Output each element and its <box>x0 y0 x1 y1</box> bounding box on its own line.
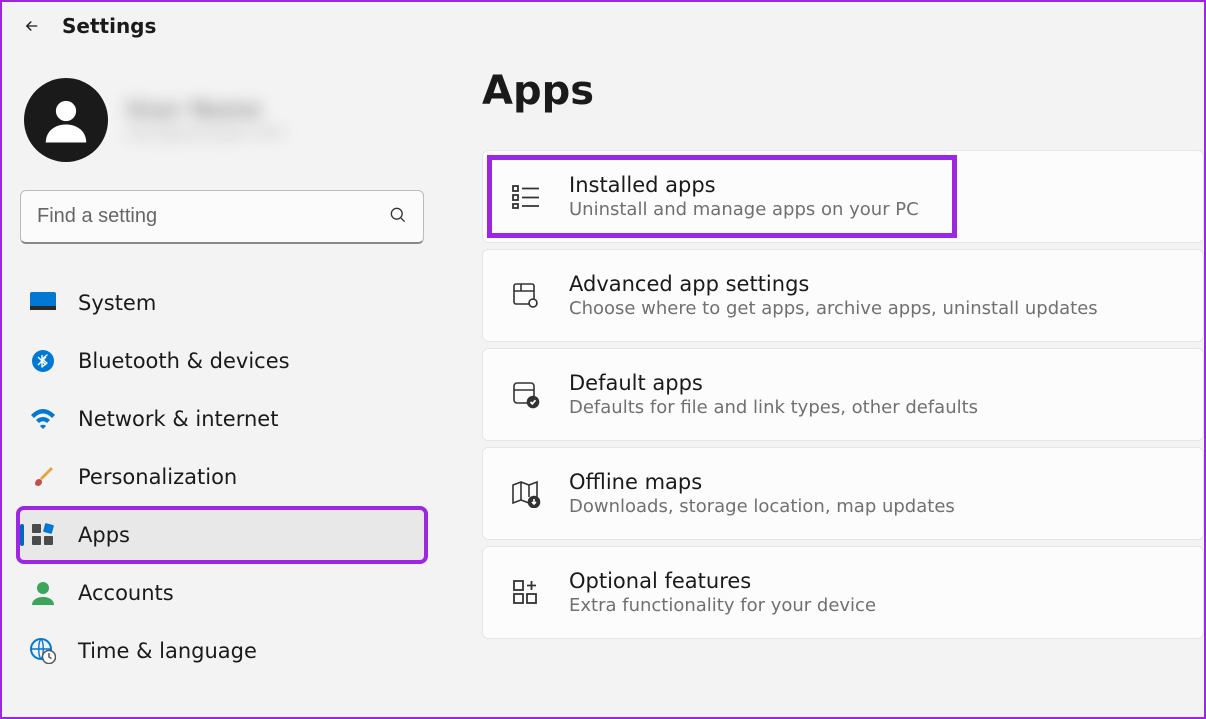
card-default-apps[interactable]: Default apps Defaults for file and link … <box>482 348 1204 441</box>
person-icon <box>30 580 56 606</box>
card-title: Default apps <box>569 371 978 395</box>
profile-section[interactable]: User Name user@example.com <box>18 70 426 190</box>
card-advanced-app-settings[interactable]: Advanced app settings Choose where to ge… <box>482 249 1204 342</box>
brush-icon <box>30 464 56 490</box>
main-content: Apps Installed apps Uninstall and manage… <box>442 50 1204 717</box>
search-icon <box>388 205 408 229</box>
nav-label: Network & internet <box>78 407 278 431</box>
nav-label: System <box>78 291 156 315</box>
card-subtitle: Choose where to get apps, archive apps, … <box>569 298 1098 319</box>
card-title: Optional features <box>569 569 876 593</box>
app-check-icon <box>511 380 541 410</box>
card-subtitle: Extra functionality for your device <box>569 595 876 616</box>
card-title: Offline maps <box>569 470 955 494</box>
settings-cards: Installed apps Uninstall and manage apps… <box>482 150 1204 639</box>
card-subtitle: Downloads, storage location, map updates <box>569 496 955 517</box>
sidebar-item-personalization[interactable]: Personalization <box>18 450 426 504</box>
list-icon <box>511 182 541 212</box>
card-offline-maps[interactable]: Offline maps Downloads, storage location… <box>482 447 1204 540</box>
card-optional-features[interactable]: Optional features Extra functionality fo… <box>482 546 1204 639</box>
nav: System Bluetooth & devices Network & int… <box>18 276 426 678</box>
sidebar-item-bluetooth[interactable]: Bluetooth & devices <box>18 334 426 388</box>
nav-label: Personalization <box>78 465 237 489</box>
sidebar: User Name user@example.com System Blue <box>2 50 442 717</box>
search-input[interactable] <box>20 190 424 244</box>
card-subtitle: Defaults for file and link types, other … <box>569 397 978 418</box>
nav-label: Apps <box>78 523 130 547</box>
sidebar-item-accounts[interactable]: Accounts <box>18 566 426 620</box>
sidebar-item-system[interactable]: System <box>18 276 426 330</box>
map-download-icon <box>511 479 541 509</box>
app-gear-icon <box>511 281 541 311</box>
sidebar-item-apps[interactable]: Apps <box>18 508 426 562</box>
profile-text: User Name user@example.com <box>126 98 285 142</box>
back-button[interactable] <box>22 16 42 36</box>
card-title: Advanced app settings <box>569 272 1098 296</box>
card-installed-apps[interactable]: Installed apps Uninstall and manage apps… <box>482 150 1204 243</box>
sidebar-item-network[interactable]: Network & internet <box>18 392 426 446</box>
card-title: Installed apps <box>569 173 919 197</box>
window-title: Settings <box>62 14 156 38</box>
nav-label: Accounts <box>78 581 174 605</box>
sidebar-item-time[interactable]: Time & language <box>18 624 426 678</box>
card-subtitle: Uninstall and manage apps on your PC <box>569 199 919 220</box>
globe-clock-icon <box>30 638 56 664</box>
system-icon <box>30 290 56 316</box>
titlebar: Settings <box>2 2 1204 50</box>
wifi-icon <box>30 406 56 432</box>
apps-icon <box>30 522 56 548</box>
page-title: Apps <box>482 68 1204 114</box>
avatar <box>24 78 108 162</box>
bluetooth-icon <box>30 348 56 374</box>
search-box <box>20 190 424 244</box>
nav-label: Bluetooth & devices <box>78 349 290 373</box>
nav-label: Time & language <box>78 639 257 663</box>
grid-add-icon <box>511 578 541 608</box>
